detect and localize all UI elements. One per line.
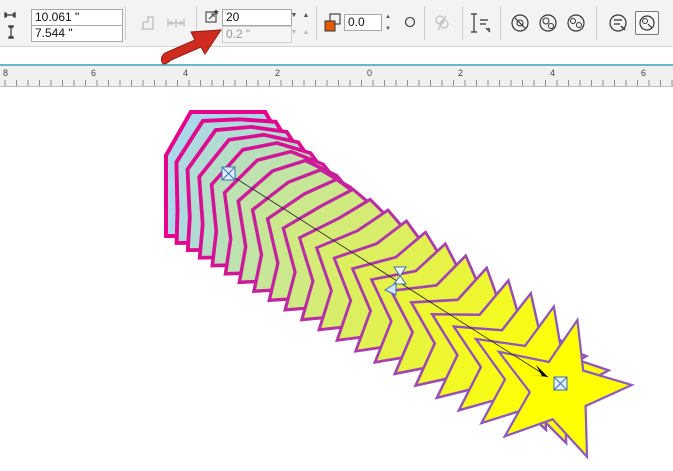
drawing-canvas[interactable] bbox=[0, 0, 673, 471]
end-handle[interactable] bbox=[553, 376, 568, 391]
ruler-ticks bbox=[4, 80, 673, 86]
start-handle[interactable] bbox=[221, 166, 236, 181]
callout-arrow-icon bbox=[160, 29, 222, 65]
